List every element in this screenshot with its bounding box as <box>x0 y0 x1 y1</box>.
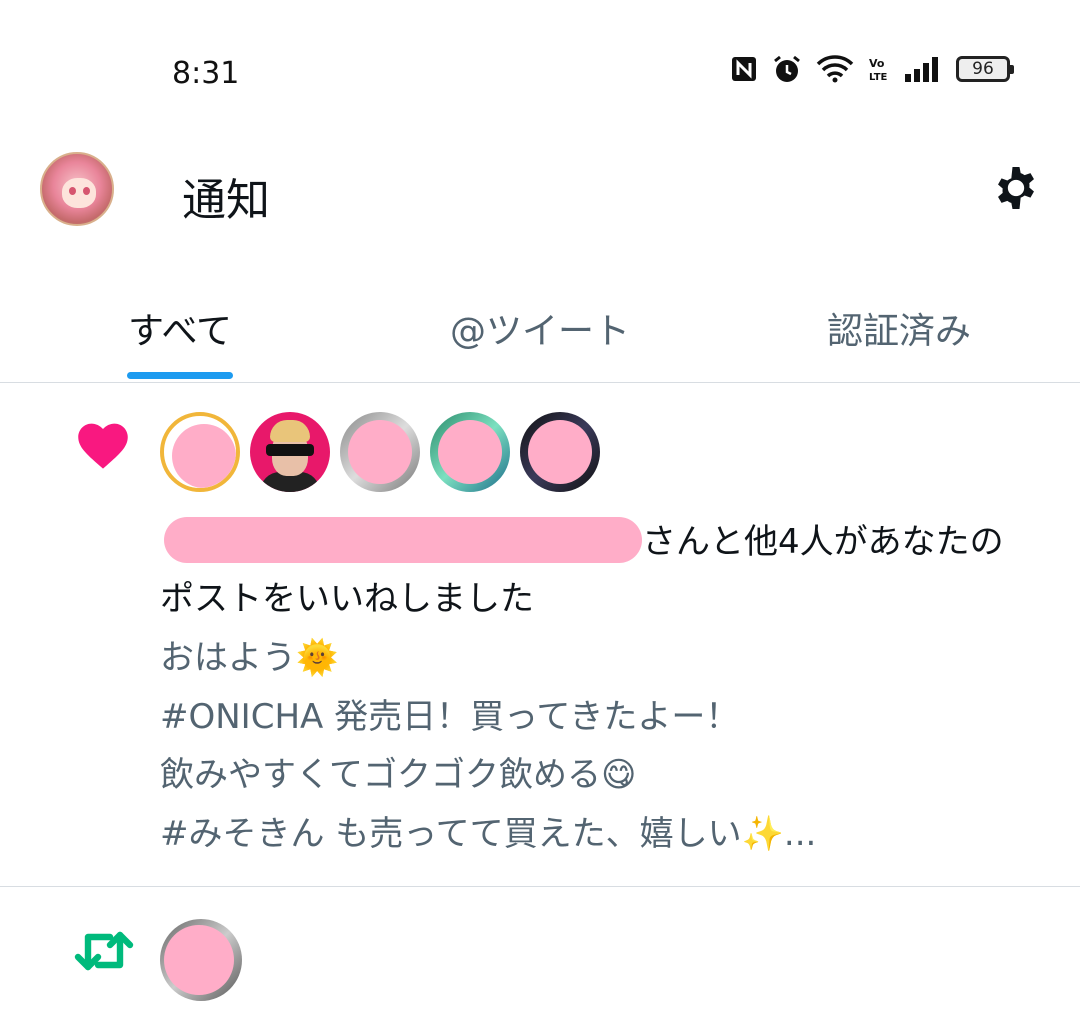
page-title: 通知 <box>182 175 270 226</box>
avatar[interactable] <box>520 412 600 492</box>
active-tab-indicator <box>127 372 233 379</box>
status-icons: Vo LTE 96 <box>730 54 1014 84</box>
preview-line: #みそきん も売ってて買えた、嬉しい✨... <box>160 813 817 854</box>
signal-icon <box>905 57 938 82</box>
gear-icon[interactable] <box>988 160 1044 216</box>
nfc-icon <box>732 57 756 81</box>
preview-line: #ONICHA 発売日！買ってきたよー！ <box>160 696 740 737</box>
alarm-icon <box>774 55 800 82</box>
like-text-line2: ポストをいいねしました <box>160 579 534 619</box>
svg-text:Vo: Vo <box>869 57 885 70</box>
notification-repost[interactable] <box>0 887 1080 1025</box>
profile-avatar[interactable] <box>40 152 114 226</box>
header: 通知 <box>0 140 1080 250</box>
avatar[interactable] <box>250 412 330 492</box>
avatar[interactable] <box>430 412 510 492</box>
svg-text:LTE: LTE <box>869 72 888 83</box>
avatar[interactable] <box>160 412 240 492</box>
tab-verified[interactable]: 認証済み <box>827 302 971 354</box>
heart-icon <box>78 423 128 469</box>
like-text-suffix: さんと他4人があなたの <box>642 522 1004 562</box>
redacted-username[interactable] <box>164 517 642 563</box>
tab-bar: すべて @ツイート 認証済み <box>0 290 1080 383</box>
volte-icon: Vo LTE <box>869 57 888 83</box>
battery-icon: 96 <box>956 56 1014 82</box>
status-bar: 8:31 Vo LTE 96 <box>0 0 1080 140</box>
status-time: 8:31 <box>172 56 240 91</box>
tab-mentions[interactable]: @ツイート <box>450 302 630 354</box>
preview-line: おはよう🌞 <box>160 638 339 678</box>
repost-icon <box>74 931 134 971</box>
avatar[interactable] <box>340 412 420 492</box>
tab-all[interactable]: すべて <box>128 302 232 354</box>
notification-like[interactable]: さんと他4人があなたの ポストをいいねしました おはよう🌞 #ONICHA 発売… <box>0 384 1080 887</box>
liker-avatars <box>160 412 600 492</box>
notification-text: さんと他4人があなたの ポストをいいねしました <box>160 514 1050 628</box>
preview-line: 飲みやすくてゴクゴク飲める😋 <box>160 755 637 795</box>
tweet-preview[interactable]: おはよう🌞 #ONICHA 発売日！買ってきたよー！ 飲みやすくてゴクゴク飲める… <box>160 629 1050 863</box>
avatar[interactable] <box>160 919 242 1001</box>
wifi-icon <box>816 55 854 83</box>
